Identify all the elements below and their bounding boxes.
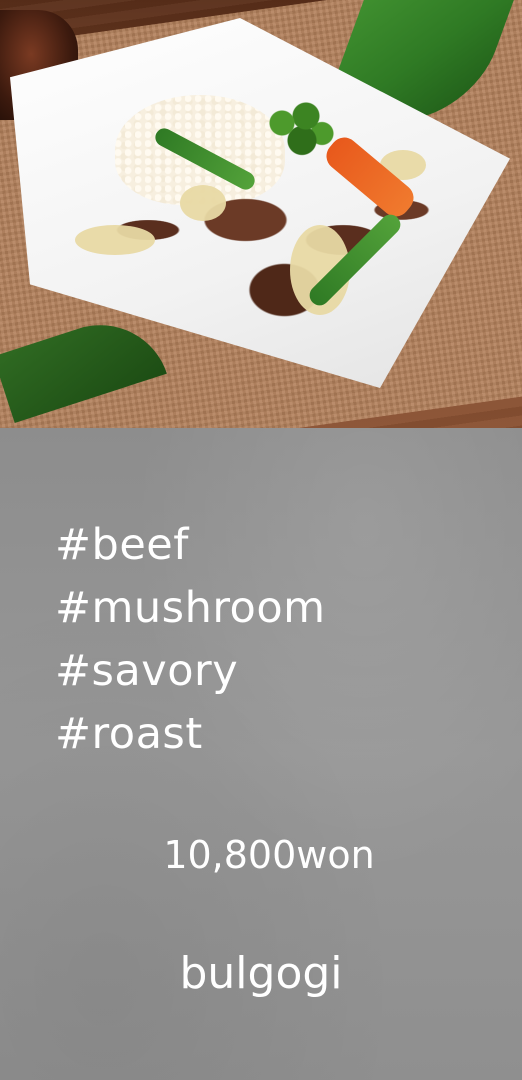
- onion-slice: [180, 185, 226, 221]
- hashtag: #mushroom: [55, 583, 326, 633]
- hashtag: #savory: [55, 646, 239, 696]
- hashtag: #beef: [55, 520, 189, 570]
- onion-slice: [75, 225, 155, 255]
- menu-info-panel: #beef #mushroom #savory #roast 10,800won…: [0, 428, 522, 1080]
- hashtag: #roast: [55, 709, 203, 759]
- menu-item-name: bulgogi: [179, 948, 343, 999]
- parsley-garnish: [258, 95, 338, 165]
- hashtag-list: #beef #mushroom #savory #roast: [55, 514, 326, 766]
- menu-price: 10,800won: [163, 833, 375, 877]
- food-photo: [0, 0, 522, 428]
